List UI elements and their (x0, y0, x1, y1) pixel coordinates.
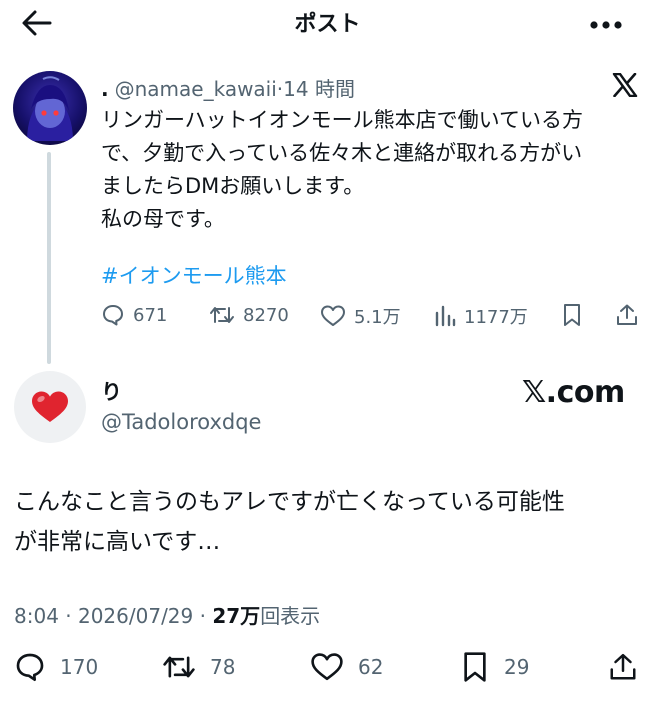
heart-icon (321, 305, 345, 326)
like-button[interactable]: 5.1万 (320, 303, 401, 329)
reply-button[interactable]: 671 (101, 303, 167, 327)
view-count: 27万 (212, 604, 261, 628)
share-button[interactable] (615, 303, 647, 327)
post-meta: . @namae_kawaii·14 時間 (101, 73, 355, 102)
brand-logo: 𝕏.com (522, 375, 625, 410)
post-actions: 170 78 62 29 (14, 651, 644, 685)
speech-bubble-icon (16, 653, 44, 681)
username[interactable]: @Tadoloroxdqe (101, 410, 261, 434)
red-heart-icon (32, 391, 68, 422)
reply-button[interactable]: 170 (14, 651, 98, 683)
repost-button[interactable]: 8270 (209, 303, 289, 327)
repost-count: 8270 (243, 304, 289, 326)
share-icon (610, 653, 636, 680)
post-text: こんなこと言うのもアレですが亡くなっている可能性 が非常に高いです… (14, 482, 644, 562)
views-button[interactable]: 1177万 (434, 303, 528, 329)
repost-icon (163, 656, 195, 678)
views-label: 回表示 (260, 604, 321, 628)
bookmark-button[interactable] (561, 303, 591, 327)
post-text-line: 私の母です。 (101, 207, 225, 231)
x-logo-icon (612, 72, 638, 98)
post-time[interactable]: 14 時間 (283, 77, 355, 101)
bookmark-icon (564, 304, 580, 326)
page-title: ポスト (294, 12, 361, 37)
hashtag-link[interactable]: #イオンモール熊本 (101, 260, 287, 290)
post-text-line: ましたらDMお願いします。 (101, 174, 365, 198)
post-actions: 671 8270 5.1万 1177万 (101, 303, 646, 333)
bookmark-button[interactable]: 29 (460, 651, 529, 683)
reply-count: 170 (60, 655, 99, 679)
bar-chart-icon (435, 305, 456, 327)
heart-icon (311, 653, 343, 681)
timestamp-text[interactable]: 8:04 · 2026/07/29 · (14, 604, 212, 628)
repost-icon (210, 307, 234, 323)
thread-line (47, 152, 51, 364)
share-icon (617, 304, 637, 325)
like-count: 62 (358, 655, 384, 679)
avatar[interactable] (14, 371, 86, 443)
post-text: リンガーハットイオンモール熊本店で働いている方 で、夕勤で入っている佐々木と連絡… (101, 104, 636, 236)
repost-count: 78 (210, 655, 236, 679)
speech-bubble-icon (103, 305, 123, 326)
repost-button[interactable]: 78 (162, 651, 235, 683)
display-name[interactable]: り (101, 376, 122, 406)
username[interactable]: @namae_kawaii (115, 77, 277, 101)
like-count: 5.1万 (354, 307, 401, 328)
reply-count: 671 (133, 304, 168, 326)
like-button[interactable]: 62 (310, 651, 383, 683)
post-text-line: リンガーハットイオンモール熊本店で働いている方 (101, 108, 583, 132)
bookmark-count: 29 (504, 655, 530, 679)
view-count: 1177万 (464, 307, 528, 328)
more-options-icon[interactable] (588, 16, 624, 29)
avatar[interactable] (13, 71, 87, 145)
post-text-line: で、夕勤で入っている佐々木と連絡が取れる方がい (101, 141, 583, 165)
post-text-line: こんなこと言うのもアレですが亡くなっている可能性 (14, 489, 565, 515)
share-button[interactable] (608, 651, 652, 683)
bookmark-icon (464, 652, 486, 682)
post-timestamp: 8:04 · 2026/07/29 · 27万回表示 (14, 600, 320, 629)
post-text-line: が非常に高いです… (14, 529, 221, 555)
display-name[interactable]: . (101, 77, 109, 101)
